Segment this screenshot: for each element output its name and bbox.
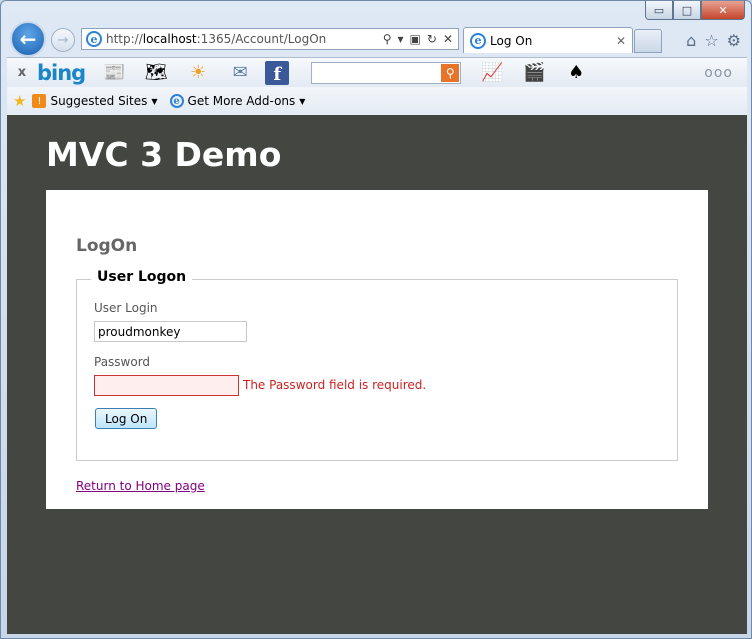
movies-icon[interactable]: 🎬: [517, 61, 551, 85]
back-button[interactable]: ←: [10, 21, 46, 57]
ie-addons-icon: e: [169, 94, 184, 108]
weather-icon[interactable]: ☀: [181, 61, 215, 85]
chevron-down-icon: ▼: [299, 96, 306, 106]
bing-search-input[interactable]: ⚲: [311, 61, 462, 84]
chevron-down-icon: ▼: [151, 96, 158, 106]
forward-button[interactable]: →: [51, 28, 75, 52]
user-login-label: User Login: [94, 301, 158, 315]
page-viewport: MVC 3 Demo LogOn User Logon User Login P…: [7, 115, 747, 634]
minimize-button[interactable]: ▭: [645, 1, 673, 20]
logon-fieldset: User Logon User Login Password The Passw…: [76, 269, 678, 461]
password-label: Password: [94, 355, 151, 369]
page-title: LogOn: [76, 236, 138, 256]
ie-page-icon: e: [86, 31, 102, 47]
star-icon[interactable]: ☆: [704, 31, 718, 50]
favorites-item-suggested-sites[interactable]: ! Suggested Sites ▼: [32, 94, 158, 108]
suggested-sites-icon: !: [32, 94, 47, 108]
browser-window: ▭ □ ✕ ← → e http://localhost:1365/Accoun…: [0, 0, 752, 639]
user-login-input[interactable]: [94, 321, 247, 342]
favorites-star-icon[interactable]: ★: [13, 92, 26, 110]
navigation-bar: ← → e http://localhost:1365/Account/LogO…: [1, 21, 752, 57]
stop-icon[interactable]: ✕: [443, 32, 453, 46]
browser-command-icons: ⌂ ☆ ⚙: [686, 31, 741, 50]
bing-more-icon[interactable]: ooo: [704, 65, 733, 81]
gear-icon[interactable]: ⚙: [727, 31, 741, 50]
home-icon[interactable]: ⌂: [686, 31, 696, 50]
bing-search-icon[interactable]: ⚲: [441, 63, 460, 82]
url-text[interactable]: http://localhost:1365/Account/LogOn: [106, 32, 383, 46]
news-icon[interactable]: 📰: [97, 61, 131, 85]
maximize-button[interactable]: □: [673, 1, 701, 20]
favorites-item-get-more-add-ons[interactable]: e Get More Add-ons ▼: [169, 94, 306, 108]
tab-ie-icon: e: [470, 32, 486, 49]
address-actions: ⚲ ▾ ▣ ↻ ✕: [383, 32, 458, 46]
log-on-button[interactable]: Log On: [95, 408, 158, 429]
search-icon[interactable]: ⚲: [383, 32, 392, 46]
url-path: :1365/Account/LogOn: [196, 32, 327, 46]
password-input[interactable]: [94, 375, 239, 396]
dropdown-icon[interactable]: ▾: [398, 32, 404, 46]
return-home-link[interactable]: Return to Home page: [76, 479, 205, 493]
refresh-icon[interactable]: ↻: [427, 32, 437, 46]
new-tab-button[interactable]: [634, 29, 662, 53]
bing-logo[interactable]: bing: [37, 61, 86, 85]
site-title: MVC 3 Demo: [46, 135, 282, 174]
close-window-button[interactable]: ✕: [701, 1, 745, 20]
maps-icon[interactable]: 🗺: [139, 61, 173, 85]
favorites-item-label: Get More Add-ons: [187, 94, 296, 108]
address-bar[interactable]: e http://localhost:1365/Account/LogOn ⚲ …: [81, 28, 459, 50]
tab-title: Log On: [490, 33, 533, 48]
mail-icon[interactable]: ✉: [223, 61, 257, 85]
url-host: localhost: [142, 32, 197, 46]
games-icon[interactable]: ♠: [559, 61, 593, 85]
facebook-icon[interactable]: f: [265, 60, 290, 85]
fieldset-legend: User Logon: [91, 269, 193, 285]
password-error-message: The Password field is required.: [243, 378, 427, 392]
tab-log-on[interactable]: e Log On ✕: [463, 27, 633, 53]
tab-close-icon[interactable]: ✕: [616, 34, 632, 48]
content-panel: LogOn User Logon User Login Password The…: [46, 190, 708, 509]
bing-toolbar: x bing 📰 🗺 ☀ ✉ f ⚲ 📈 🎬 ♠ ooo: [7, 57, 747, 87]
bing-toolbar-close[interactable]: x: [7, 65, 37, 80]
favorites-bar: ★ ! Suggested Sites ▼ e Get More Add-ons…: [7, 87, 747, 115]
caption-buttons: ▭ □ ✕: [645, 1, 745, 20]
url-scheme: http://: [106, 32, 143, 46]
forward-arrow-icon: →: [57, 32, 69, 48]
compatibility-view-icon[interactable]: ▣: [410, 32, 421, 46]
back-arrow-icon: ←: [19, 27, 37, 51]
favorites-item-label: Suggested Sites: [50, 94, 148, 108]
finance-icon[interactable]: 📈: [475, 61, 509, 85]
